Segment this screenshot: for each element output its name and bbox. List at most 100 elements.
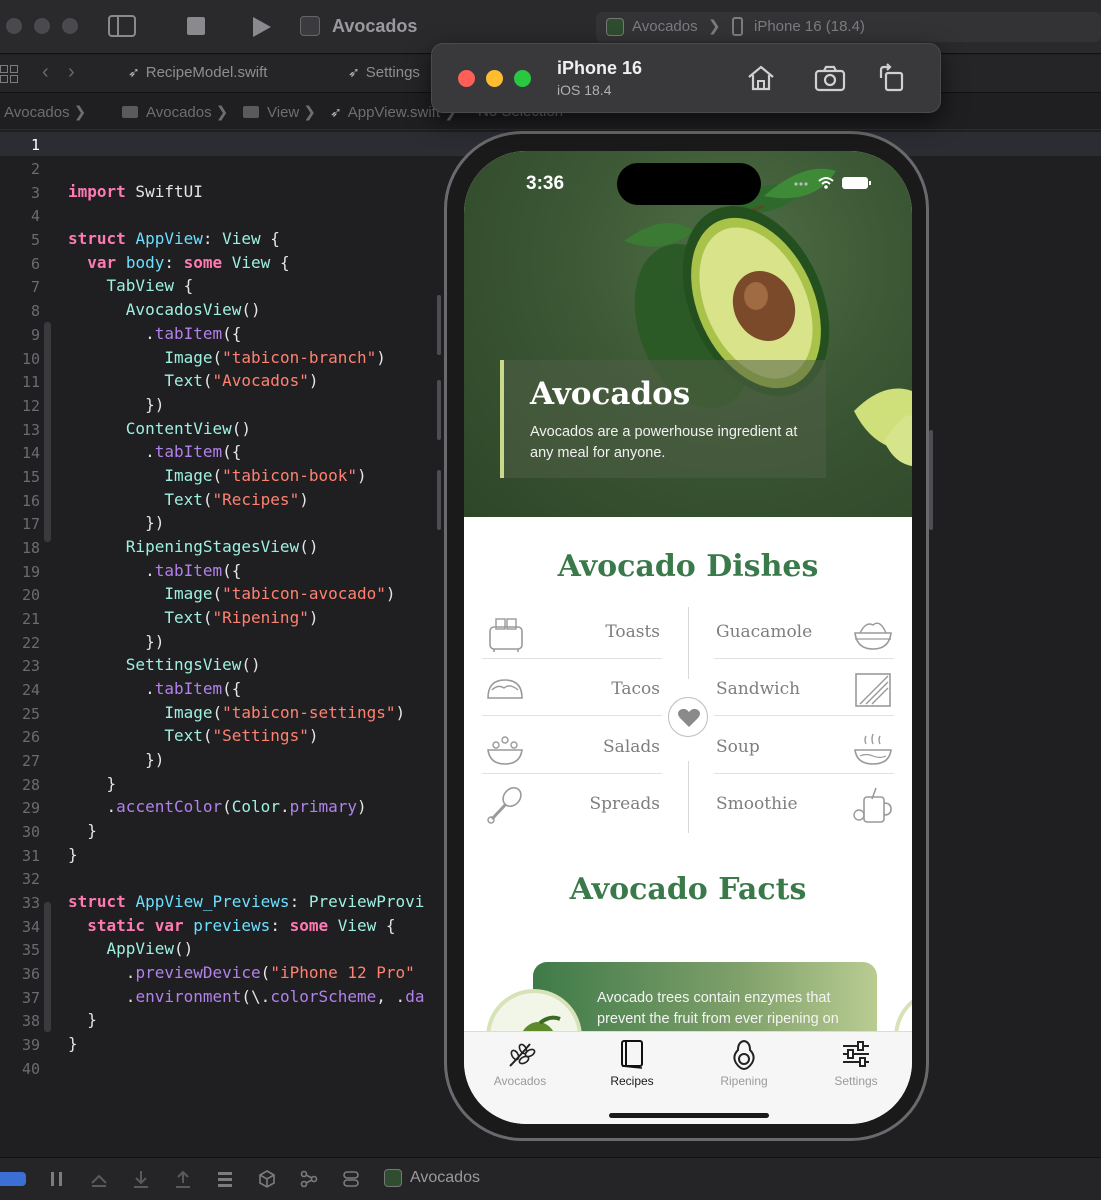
minimize-window-button[interactable] [34, 18, 50, 34]
dish-guacamole[interactable]: Guacamole [714, 607, 894, 659]
dishes-title: Avocado Dishes [557, 549, 819, 584]
line-number: 11 [21, 373, 40, 391]
line-number: 35 [21, 941, 40, 959]
minimize-window-button[interactable] [486, 70, 503, 87]
code-line: .previewDevice("iPhone 12 Pro" [68, 963, 415, 982]
sandwich-icon [855, 673, 891, 707]
cube-icon[interactable] [258, 1169, 276, 1189]
step-out-icon[interactable] [174, 1169, 192, 1189]
dish-toasts[interactable]: Toasts [482, 607, 662, 659]
swift-icon: ➶ [348, 64, 360, 80]
tab-settings[interactable]: ➶ Settings [348, 64, 420, 81]
code-line: Text("Recipes") [164, 490, 309, 509]
dish-label: Tacos [611, 679, 660, 699]
debug-bar: Avocados [0, 1157, 1101, 1200]
dish-smoothie[interactable]: Smoothie [714, 779, 894, 831]
code-line: } [68, 845, 78, 864]
screenshot-icon[interactable] [813, 62, 847, 94]
code-line: Text("Settings") [164, 726, 319, 745]
dish-label: Spreads [589, 794, 660, 814]
code-line: RipeningStagesView() [125, 537, 319, 556]
run-destination-selector[interactable]: Avocados ❯ iPhone 16 (18.4) [596, 12, 1101, 42]
line-number: 21 [21, 610, 40, 628]
line-number: 25 [21, 705, 40, 723]
dish-salads[interactable]: Salads [482, 722, 662, 774]
code-line: .tabItem({ [68, 442, 242, 461]
dish-tacos[interactable]: Tacos [482, 664, 662, 716]
whisk-icon [487, 786, 522, 824]
navigator-toggle[interactable] [0, 1172, 26, 1186]
branch-icon [509, 1043, 536, 1067]
dish-spreads[interactable]: Spreads [482, 779, 662, 831]
code-line: AppView() [106, 939, 194, 958]
scheme-app-label: Avocados [632, 18, 698, 35]
zoom-window-button[interactable] [62, 18, 78, 34]
status-time: 3:36 [526, 173, 565, 194]
swift-icon: ➶ [330, 104, 342, 120]
line-number: 22 [21, 634, 40, 652]
step-over-icon[interactable] [90, 1169, 108, 1189]
grid-icon[interactable] [0, 65, 18, 83]
fact-text: Avocado trees contain enzymes that preve… [597, 990, 839, 1027]
breadcrumb-item[interactable]: Avocados ❯ [4, 103, 86, 121]
home-indicator[interactable] [609, 1113, 769, 1118]
line-number: 34 [21, 918, 40, 936]
project-title: Avocados [332, 16, 418, 36]
dish-label: Smoothie [716, 794, 798, 814]
app-tab-bar: Avocados Recipes Ripening Settings [464, 1031, 912, 1124]
tab-label: Recipes [610, 1074, 654, 1088]
code-line: } [68, 1034, 78, 1053]
run-button[interactable] [250, 16, 272, 38]
hero-header: 3:36 Avocados Avocados are a powerhouse … [464, 151, 912, 517]
forward-arrow-icon[interactable]: › [68, 61, 75, 84]
tab-avocados[interactable]: Avocados [464, 1038, 576, 1088]
step-into-icon[interactable] [132, 1169, 150, 1189]
smoothie-icon [853, 787, 892, 823]
zoom-window-button[interactable] [514, 70, 531, 87]
breadcrumb-item[interactable]: Avocados ❯ [122, 103, 228, 121]
code-line: import SwiftUI [68, 182, 203, 201]
side-button [929, 430, 933, 530]
back-arrow-icon[interactable]: ‹ [42, 61, 49, 84]
line-number: 12 [21, 397, 40, 415]
close-window-button[interactable] [458, 70, 475, 87]
iphone-icon [732, 17, 743, 36]
code-line: } [68, 774, 117, 793]
code-line: .tabItem({ [68, 679, 242, 698]
app-icon [384, 1169, 402, 1187]
home-icon[interactable] [744, 62, 778, 94]
iphone-screen[interactable]: 3:36 Avocados Avocados are a powerhouse … [464, 151, 912, 1124]
memory-graph-icon[interactable] [300, 1169, 318, 1189]
line-number: 32 [21, 870, 40, 888]
code-line: ContentView() [125, 419, 252, 438]
simulator-device-name: iPhone 16 [557, 58, 643, 78]
tab-recipes[interactable]: Recipes [576, 1038, 688, 1088]
scheme-device-label: iPhone 16 (18.4) [754, 18, 865, 35]
dish-label: Salads [603, 737, 660, 757]
code-line: var body: some View { [87, 253, 290, 272]
rotate-icon[interactable] [875, 62, 909, 94]
tab-recipemodel[interactable]: ➶ RecipeModel.swift [128, 64, 267, 81]
stop-button[interactable] [187, 17, 205, 35]
line-number: 37 [21, 989, 40, 1007]
tab-settings[interactable]: Settings [800, 1038, 912, 1088]
line-number: 10 [21, 350, 40, 368]
close-window-button[interactable] [6, 18, 22, 34]
line-number: 9 [30, 326, 40, 344]
dish-sandwich[interactable]: Sandwich [714, 664, 894, 716]
book-icon [621, 1040, 643, 1069]
line-number: 8 [30, 302, 40, 320]
dish-soup[interactable]: Soup [714, 722, 894, 774]
pause-icon[interactable] [48, 1169, 66, 1189]
environment-overrides-icon[interactable] [342, 1169, 360, 1189]
line-number: 19 [21, 563, 40, 581]
swift-icon: ➶ [128, 64, 140, 80]
line-number: 23 [21, 657, 40, 675]
line-number: 28 [21, 776, 40, 794]
tab-ripening[interactable]: Ripening [688, 1038, 800, 1088]
sidebar-toggle-icon[interactable] [108, 14, 136, 38]
folder-icon [243, 106, 259, 118]
avocado-icon [733, 1039, 755, 1070]
view-hierarchy-icon[interactable] [216, 1169, 234, 1189]
breadcrumb-item[interactable]: View ❯ [243, 103, 316, 121]
